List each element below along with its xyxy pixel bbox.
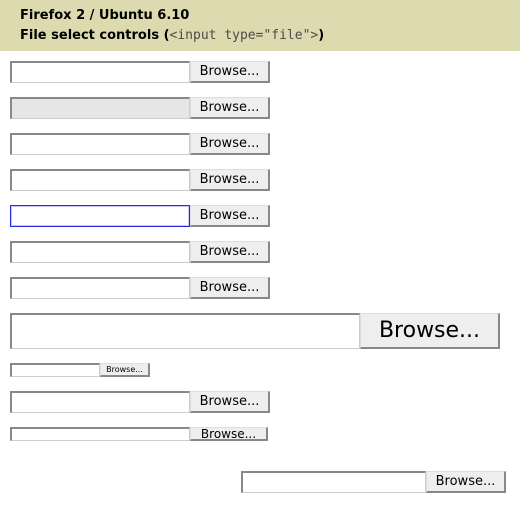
- file-input[interactable]: [241, 471, 426, 493]
- file-row-normal: Browse...: [10, 277, 510, 299]
- file-row-small: Browse...: [10, 363, 510, 377]
- file-input[interactable]: [10, 277, 190, 299]
- browse-button: Browse...: [190, 97, 270, 119]
- browse-button[interactable]: Browse...: [190, 277, 270, 299]
- file-input[interactable]: [10, 363, 100, 377]
- file-row-right-aligned: Browse...: [10, 471, 510, 493]
- file-input[interactable]: [10, 391, 190, 413]
- browse-button[interactable]: Browse...: [190, 61, 270, 83]
- file-input[interactable]: [10, 61, 190, 83]
- browse-button[interactable]: Browse...: [190, 241, 270, 263]
- file-input[interactable]: [10, 427, 190, 441]
- subtitle-suffix: ): [318, 28, 324, 43]
- page-title: Firefox 2 / Ubuntu 6.10: [20, 6, 508, 26]
- subtitle-prefix: File select controls (: [20, 28, 170, 43]
- subtitle-code: <input type="file">: [170, 28, 319, 43]
- file-row-normal: Browse...: [10, 133, 510, 155]
- content-area: Browse... Browse... Browse... Browse... …: [0, 51, 520, 503]
- browse-button[interactable]: Browse...: [190, 427, 268, 441]
- browse-button[interactable]: Browse...: [190, 205, 270, 227]
- browse-button[interactable]: Browse...: [190, 133, 270, 155]
- file-row-large: Browse...: [10, 313, 510, 349]
- file-row-focused: Browse...: [10, 205, 510, 227]
- file-row-normal: Browse...: [10, 241, 510, 263]
- page-header: Firefox 2 / Ubuntu 6.10 File select cont…: [0, 0, 520, 51]
- file-input[interactable]: [10, 169, 190, 191]
- file-input[interactable]: [10, 241, 190, 263]
- file-input[interactable]: [10, 133, 190, 155]
- browse-button[interactable]: Browse...: [190, 169, 270, 191]
- file-row-disabled: Browse...: [10, 97, 510, 119]
- file-input[interactable]: [10, 205, 190, 227]
- browse-button[interactable]: Browse...: [426, 471, 506, 493]
- file-row-normal: Browse...: [10, 391, 510, 413]
- browse-button[interactable]: Browse...: [190, 391, 270, 413]
- browse-button[interactable]: Browse...: [100, 363, 150, 377]
- file-row-normal: Browse...: [10, 169, 510, 191]
- browse-button[interactable]: Browse...: [360, 313, 500, 349]
- page-subtitle: File select controls (<input type="file"…: [20, 26, 508, 46]
- file-input[interactable]: [10, 313, 360, 349]
- file-row-short: Browse...: [10, 427, 510, 441]
- file-row-normal: Browse...: [10, 61, 510, 83]
- file-input: [10, 97, 190, 119]
